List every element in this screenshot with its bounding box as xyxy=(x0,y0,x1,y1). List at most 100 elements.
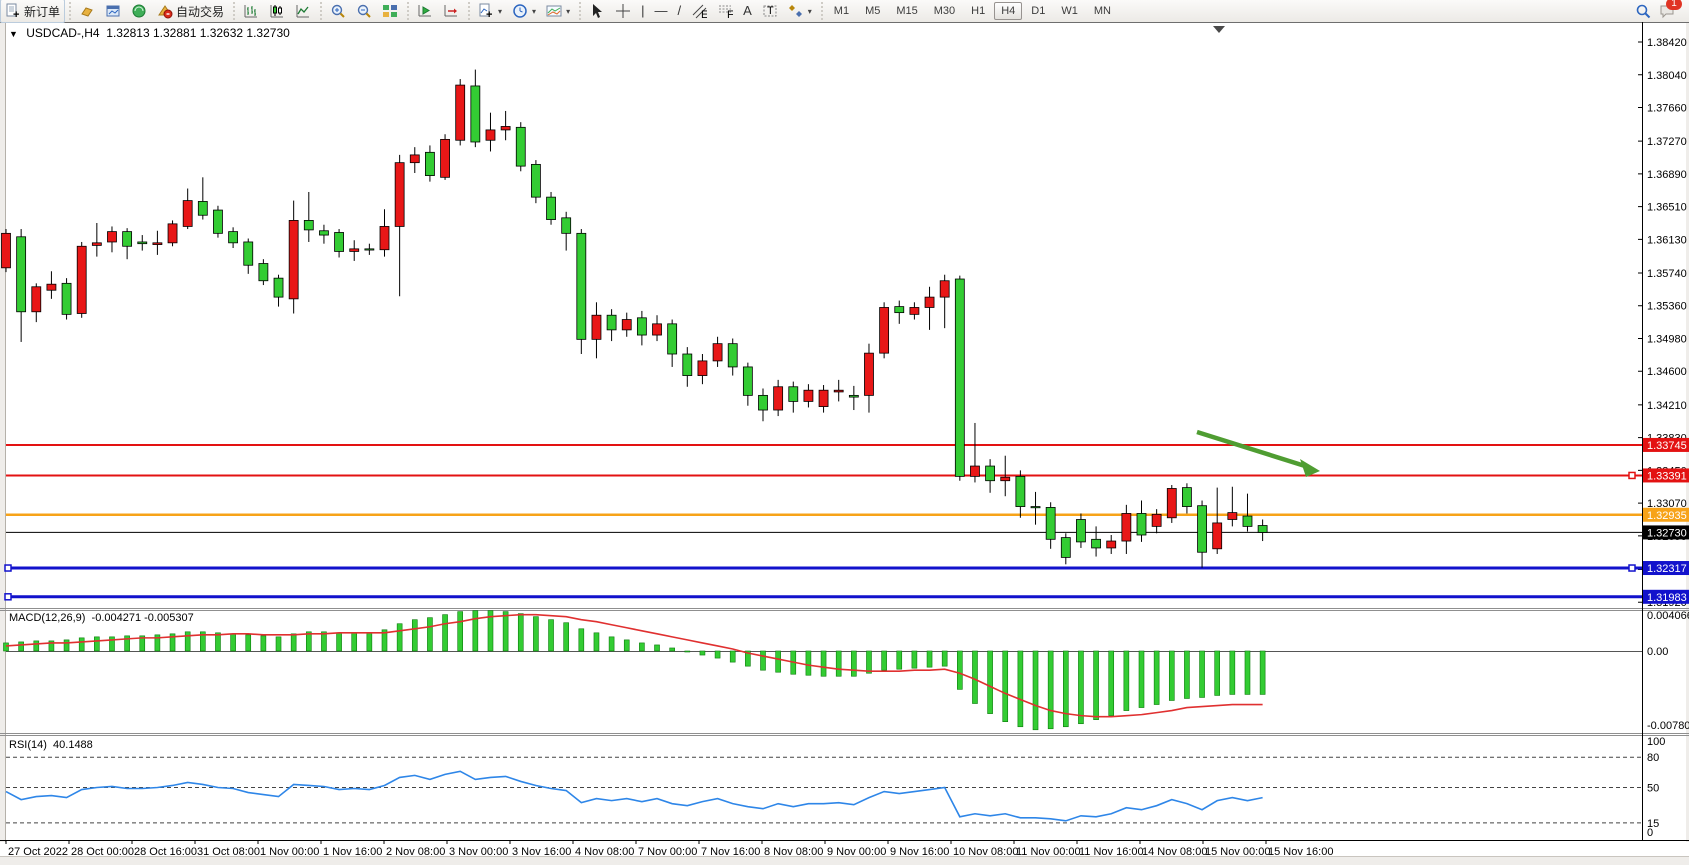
macd-histogram-bar xyxy=(579,629,584,651)
window-left-border xyxy=(0,22,5,842)
timeframe-H1[interactable]: H1 xyxy=(964,2,992,20)
timeframe-W1[interactable]: W1 xyxy=(1054,2,1085,20)
candle xyxy=(1152,514,1161,526)
candle xyxy=(244,242,253,265)
timeframe-M30[interactable]: M30 xyxy=(927,2,962,20)
depth-of-market-button[interactable] xyxy=(74,0,100,23)
macd-histogram-bar xyxy=(942,651,947,666)
auto-trading-button[interactable]: 自动交易 xyxy=(152,0,229,23)
candle xyxy=(1001,477,1010,480)
dropdown-caret: ▾ xyxy=(532,7,536,16)
macd-histogram-bar xyxy=(1109,651,1114,716)
cursor-icon xyxy=(589,3,605,19)
macd-histogram-bar xyxy=(957,651,962,689)
candle xyxy=(32,287,41,312)
horizontal-line-tool-button[interactable]: — xyxy=(649,0,672,23)
text-tool-button[interactable]: A xyxy=(738,0,757,23)
candle xyxy=(910,307,919,314)
candlestick-chart-button[interactable] xyxy=(264,0,290,23)
macd-axis-max: 0.004066 xyxy=(1647,610,1689,622)
crosshair-tool-button[interactable] xyxy=(610,0,636,23)
timeframe-M5[interactable]: M5 xyxy=(858,2,887,20)
price-chart[interactable]: 1.384201.380401.376601.372701.368901.365… xyxy=(0,22,1689,856)
text-icon: A xyxy=(743,3,752,19)
new-order-button[interactable]: + 新订单 xyxy=(0,0,65,23)
channel-tool-button[interactable]: E xyxy=(686,0,712,23)
hline-handle-right[interactable] xyxy=(1629,565,1635,571)
cursor-tool-button[interactable] xyxy=(584,0,610,23)
market-watch-button[interactable] xyxy=(126,0,152,23)
periods-button[interactable]: ▾ xyxy=(507,0,541,23)
chart-shift-button[interactable] xyxy=(438,0,464,23)
macd-histogram-bar xyxy=(503,612,508,651)
macd-histogram-bar xyxy=(427,618,432,651)
zoom-out-button[interactable] xyxy=(351,0,377,23)
template-icon xyxy=(546,3,562,19)
timeframe-D1[interactable]: D1 xyxy=(1024,2,1052,20)
candle xyxy=(229,232,238,243)
search-icon[interactable] xyxy=(1635,3,1651,19)
time-tick-label: 28 Oct 00:00 xyxy=(71,846,134,856)
timeframe-H4[interactable]: H4 xyxy=(994,2,1022,20)
auto-scroll-button[interactable] xyxy=(412,0,438,23)
hline-handle-left[interactable] xyxy=(5,565,11,571)
chart-symbol-period: USDCAD-,H4 xyxy=(26,26,99,40)
zoom-in-button[interactable] xyxy=(325,0,351,23)
macd-histogram-bar xyxy=(231,634,236,651)
vertical-line-tool-button[interactable]: | xyxy=(636,0,649,23)
bar-chart-button[interactable] xyxy=(238,0,264,23)
macd-histogram-bar xyxy=(276,637,281,651)
macd-indicator-label: MACD(12,26,9) -0.004271 -0.005307 xyxy=(9,612,194,624)
hline-handle-left[interactable] xyxy=(5,594,11,600)
candle xyxy=(2,233,11,267)
time-tick-label: 8 Nov 08:00 xyxy=(764,846,823,856)
time-tick-label: 3 Nov 00:00 xyxy=(449,846,508,856)
timeframe-MN[interactable]: MN xyxy=(1087,2,1118,20)
macd-histogram-bar xyxy=(321,632,326,651)
macd-histogram-bar xyxy=(473,611,478,651)
notifications-icon[interactable]: 1 xyxy=(1659,3,1675,19)
rsi-name: RSI(14) xyxy=(9,739,47,751)
new-order-label: 新订单 xyxy=(24,3,60,20)
price-chip-label: 1.33391 xyxy=(1647,470,1687,482)
tile-windows-button[interactable] xyxy=(377,0,403,23)
candle xyxy=(774,387,783,410)
svg-text:T: T xyxy=(767,5,774,17)
toolbar-separator xyxy=(405,2,410,20)
trendline-tool-button[interactable]: / xyxy=(672,0,686,23)
candle xyxy=(562,218,571,234)
label-tool-button[interactable]: T xyxy=(757,0,783,23)
timeframe-M1[interactable]: M1 xyxy=(827,2,856,20)
macd-histogram-bar xyxy=(533,617,538,651)
time-tick-label: 7 Nov 00:00 xyxy=(638,846,697,856)
zoom-in-icon xyxy=(330,3,346,19)
market-watch-icon xyxy=(131,3,147,19)
macd-histogram-bar xyxy=(897,651,902,669)
fibonacci-tool-button[interactable]: F xyxy=(712,0,738,23)
time-tick-label: 1 Nov 00:00 xyxy=(260,846,319,856)
chevron-down-icon: ▼ xyxy=(9,29,18,39)
time-tick-label: 14 Nov 08:00 xyxy=(1142,846,1207,856)
hline-handle-right[interactable] xyxy=(1629,472,1635,478)
candle xyxy=(516,127,525,166)
rsi-axis-label: 50 xyxy=(1647,783,1659,795)
fibonacci-icon: F xyxy=(717,3,733,19)
crosshair-icon xyxy=(615,3,631,19)
candle xyxy=(759,395,768,410)
new-chart-icon xyxy=(105,3,121,19)
price-tick-label: 1.37660 xyxy=(1647,103,1687,115)
indicators-button[interactable]: + ▾ xyxy=(473,0,507,23)
price-tick-label: 1.35740 xyxy=(1647,268,1687,280)
timeframe-M15[interactable]: M15 xyxy=(889,2,924,20)
macd-histogram-bar xyxy=(1078,651,1083,724)
arrows-tool-button[interactable]: ▾ xyxy=(783,0,817,23)
templates-button[interactable]: ▾ xyxy=(541,0,575,23)
macd-histogram-bar xyxy=(1245,651,1250,694)
candle xyxy=(47,284,56,290)
candle xyxy=(547,197,556,219)
new-chart-button[interactable] xyxy=(100,0,126,23)
macd-histogram-bar xyxy=(1154,651,1159,705)
time-tick-label: 15 Nov 16:00 xyxy=(1268,846,1333,856)
line-chart-button[interactable] xyxy=(290,0,316,23)
svg-text:+: + xyxy=(486,9,492,19)
